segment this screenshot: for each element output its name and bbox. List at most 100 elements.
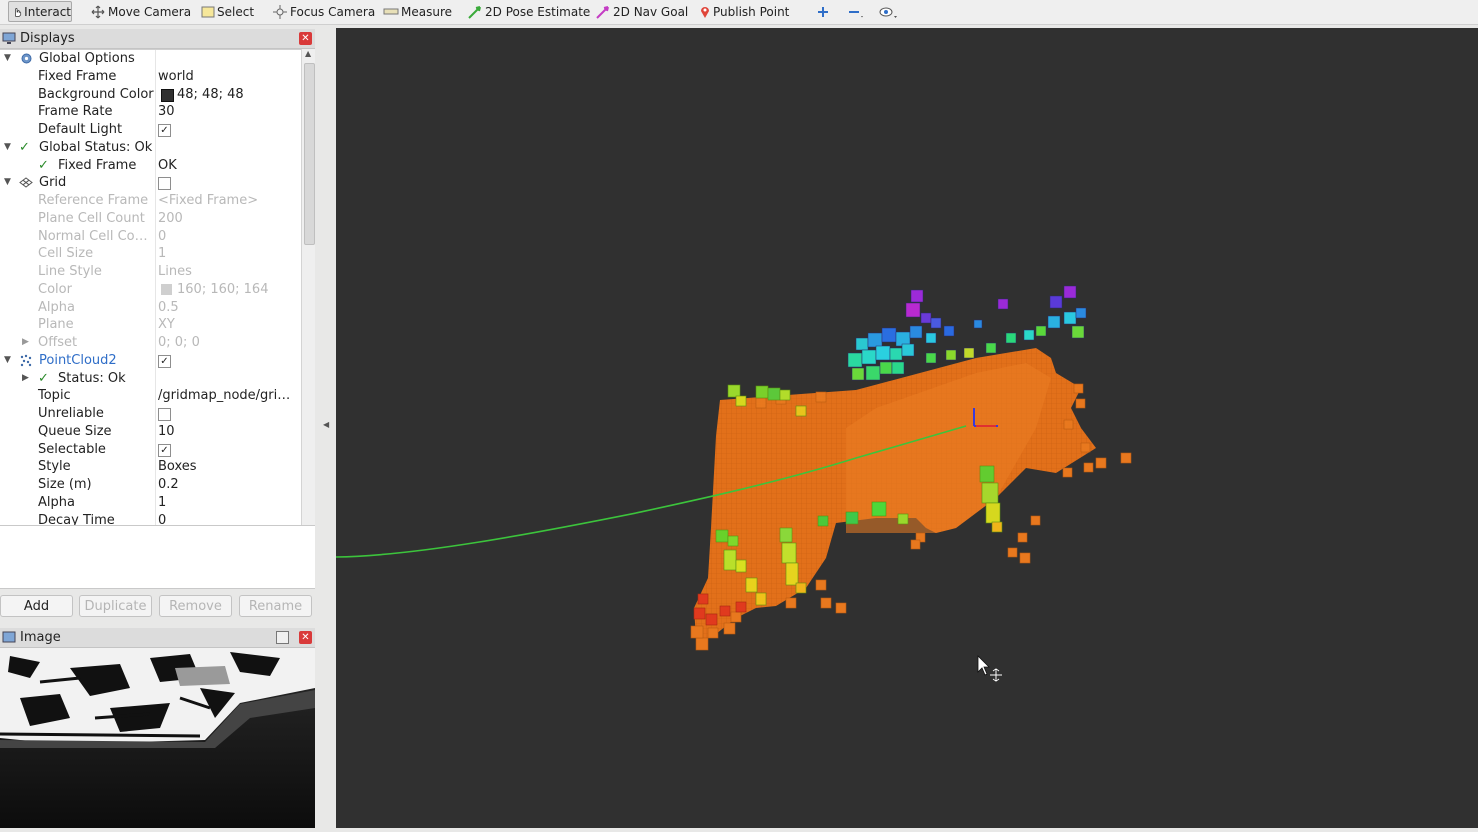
tree-row-normal-cell-count[interactable]: Normal Cell Co… 0 bbox=[0, 228, 301, 246]
tree-row-size[interactable]: Size (m) 0.2 bbox=[0, 476, 301, 494]
tree-key: Alpha bbox=[38, 299, 75, 315]
tree-row-plane-cell-count[interactable]: Plane Cell Count 200 bbox=[0, 210, 301, 228]
image-icon bbox=[2, 631, 16, 643]
tree-key: Plane bbox=[38, 317, 74, 333]
remove-button[interactable]: Remove bbox=[159, 595, 232, 617]
3d-viewport[interactable] bbox=[336, 28, 1478, 828]
tree-row-status-fixed-frame[interactable]: ✓ Fixed Frame OK bbox=[0, 157, 301, 175]
checkbox[interactable] bbox=[158, 177, 171, 191]
scroll-up-icon[interactable]: ▲ bbox=[305, 49, 311, 58]
checkbox[interactable]: ✓ bbox=[158, 124, 171, 137]
collapse-left-icon[interactable]: ◀ bbox=[323, 420, 329, 429]
tree-value: 160; 160; 164 bbox=[177, 281, 269, 297]
measure-button[interactable]: Measure bbox=[383, 1, 452, 22]
chevron-down-icon[interactable]: ▼ bbox=[4, 352, 11, 369]
tree-value[interactable]: 48; 48; 48 bbox=[177, 86, 244, 103]
tree-value[interactable]: 30 bbox=[158, 103, 175, 120]
tree-scrollbar[interactable]: ▲ ▼ bbox=[301, 49, 316, 548]
tree-row-global-options[interactable]: ▼ Global Options bbox=[0, 50, 301, 68]
chevron-down-icon[interactable]: ▼ bbox=[4, 139, 11, 156]
tree-value[interactable]: 1 bbox=[158, 494, 166, 511]
tree-row-unreliable[interactable]: Unreliable bbox=[0, 405, 301, 423]
displays-title: Displays bbox=[20, 31, 75, 46]
tree-value[interactable]: 10 bbox=[158, 423, 175, 440]
tree-row-grid[interactable]: ▼ Grid bbox=[0, 174, 301, 192]
remove-tool-button[interactable] bbox=[847, 1, 867, 22]
tree-row-cell-size[interactable]: Cell Size 1 bbox=[0, 245, 301, 263]
tree-key: Unreliable bbox=[38, 406, 104, 421]
camera-image bbox=[0, 648, 315, 828]
image-title: Image bbox=[20, 630, 61, 645]
chevron-right-icon[interactable]: ▶ bbox=[22, 334, 29, 351]
scrollbar-thumb[interactable] bbox=[304, 63, 315, 245]
panel-splitter[interactable]: ◀ bbox=[315, 25, 335, 832]
checkbox[interactable]: ✓ bbox=[158, 354, 171, 368]
select-button[interactable]: Select bbox=[201, 1, 254, 22]
plus-icon bbox=[818, 6, 828, 17]
tree-key: Selectable bbox=[38, 441, 106, 457]
tree-row-pointcloud-status[interactable]: ▶ ✓ Status: Ok bbox=[0, 370, 301, 388]
color-swatch bbox=[161, 88, 174, 102]
magenta-arrow-icon bbox=[596, 5, 609, 19]
publish-point-button[interactable]: Publish Point bbox=[699, 1, 789, 22]
displays-title-bar: Displays ✕ bbox=[0, 29, 315, 49]
tree-key: Grid bbox=[39, 175, 67, 191]
select-box-icon bbox=[201, 6, 215, 17]
tree-row-frame-rate[interactable]: Frame Rate 30 bbox=[0, 103, 301, 121]
column-divider[interactable] bbox=[155, 50, 156, 549]
tree-row-topic[interactable]: Topic /gridmap_node/gri… bbox=[0, 387, 301, 405]
point-cloud-render[interactable] bbox=[336, 28, 1478, 828]
tree-value: 1 bbox=[158, 246, 167, 262]
checkbox[interactable]: ✓ bbox=[158, 443, 171, 457]
tree-row-default-light[interactable]: Default Light ✓ bbox=[0, 121, 301, 139]
tree-key: Alpha bbox=[38, 494, 75, 510]
tree-row-line-style[interactable]: Line Style Lines bbox=[0, 263, 301, 281]
pose-estimate-label: 2D Pose Estimate bbox=[485, 4, 591, 19]
focus-camera-button[interactable]: Focus Camera bbox=[272, 1, 375, 22]
tree-row-alpha[interactable]: Alpha 0.5 bbox=[0, 299, 301, 317]
displays-tree[interactable]: ▼ Global Options Fixed Frame world Backg… bbox=[0, 49, 301, 549]
tree-row-pointcloud2[interactable]: ▼ PointCloud2 ✓ bbox=[0, 352, 301, 370]
tree-row-offset[interactable]: ▶ Offset 0; 0; 0 bbox=[0, 334, 301, 352]
interact-button[interactable]: Interact bbox=[8, 1, 72, 22]
tree-value[interactable]: /gridmap_node/gri… bbox=[158, 387, 290, 404]
pose-estimate-button[interactable]: 2D Pose Estimate bbox=[467, 1, 590, 22]
tree-row-global-status[interactable]: ▼ ✓ Global Status: Ok bbox=[0, 139, 301, 157]
tree-key: Background Color bbox=[38, 86, 154, 102]
tree-row-background-color[interactable]: Background Color 48; 48; 48 bbox=[0, 86, 301, 104]
add-tool-button[interactable] bbox=[816, 1, 832, 22]
tree-row-fixed-frame[interactable]: Fixed Frame world bbox=[0, 68, 301, 86]
tree-row-color[interactable]: Color 160; 160; 164 bbox=[0, 281, 301, 299]
chevron-down-icon[interactable]: ▼ bbox=[4, 174, 11, 191]
view-options-button[interactable] bbox=[878, 1, 902, 22]
tree-row-selectable[interactable]: Selectable ✓ bbox=[0, 441, 301, 459]
tree-value[interactable]: world bbox=[158, 68, 194, 85]
tree-key: Offset bbox=[38, 335, 78, 350]
tree-row-plane[interactable]: Plane XY bbox=[0, 316, 301, 334]
chevron-right-icon[interactable]: ▶ bbox=[22, 370, 29, 387]
duplicate-button[interactable]: Duplicate bbox=[79, 595, 152, 617]
tree-value[interactable]: 0.2 bbox=[158, 476, 179, 493]
close-icon[interactable]: ✕ bbox=[299, 631, 312, 644]
chevron-down-icon[interactable]: ▼ bbox=[4, 50, 11, 67]
tree-key: Status: Ok bbox=[58, 370, 126, 386]
rename-button[interactable]: Rename bbox=[239, 595, 312, 617]
monitor-icon bbox=[2, 32, 16, 44]
tree-row-alpha-pc[interactable]: Alpha 1 bbox=[0, 494, 301, 512]
close-icon[interactable]: ✕ bbox=[299, 32, 312, 45]
tree-row-queue-size[interactable]: Queue Size 10 bbox=[0, 423, 301, 441]
tree-value[interactable]: Boxes bbox=[158, 458, 197, 475]
nav-goal-button[interactable]: 2D Nav Goal bbox=[595, 1, 688, 22]
image-title-bar: Image ✕ bbox=[0, 628, 315, 648]
add-button[interactable]: Add bbox=[0, 595, 73, 617]
property-description bbox=[0, 525, 315, 589]
tree-value: 0; 0; 0 bbox=[158, 335, 200, 350]
tree-row-style[interactable]: Style Boxes bbox=[0, 458, 301, 476]
toolbar: Interact Move Camera Select Focus Camera… bbox=[0, 0, 1478, 25]
tree-key: Color bbox=[38, 281, 72, 297]
checkbox[interactable] bbox=[158, 408, 171, 421]
tree-row-reference-frame[interactable]: Reference Frame <Fixed Frame> bbox=[0, 192, 301, 210]
tree-key: Global Status: Ok bbox=[39, 139, 153, 155]
undock-icon[interactable] bbox=[276, 631, 289, 644]
move-camera-button[interactable]: Move Camera bbox=[90, 1, 191, 22]
